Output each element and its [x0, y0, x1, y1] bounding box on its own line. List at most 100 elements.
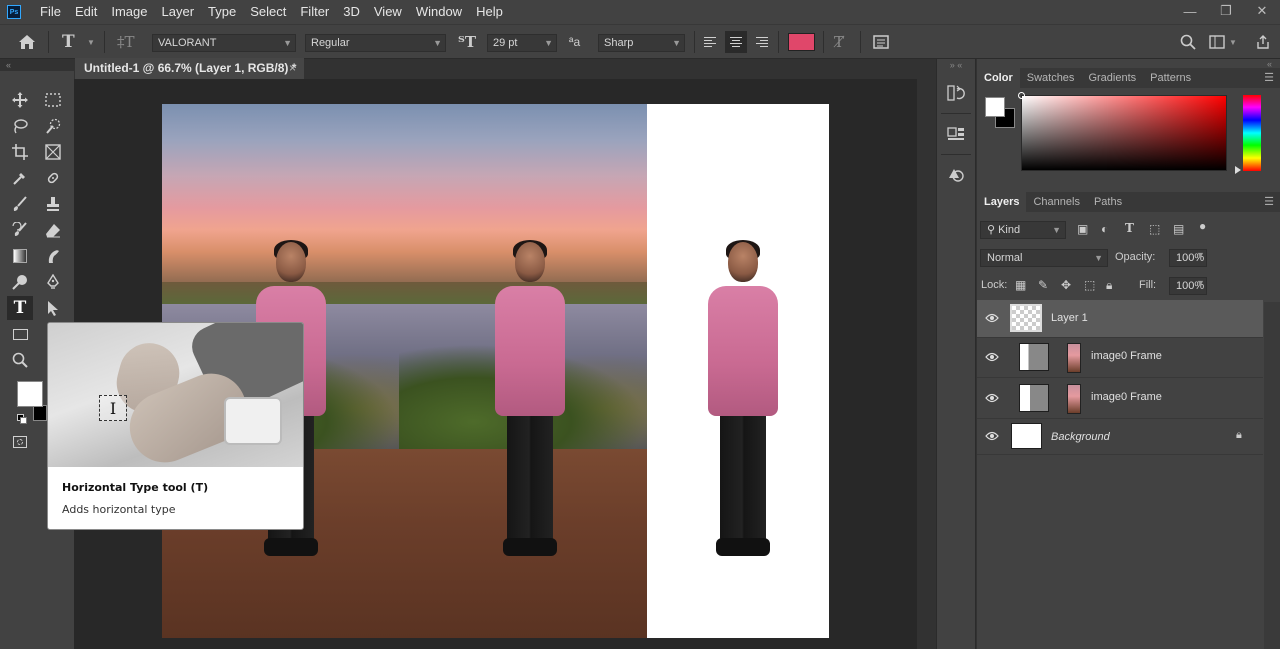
layer-thumbnail[interactable] — [1010, 304, 1042, 332]
layer-row-image0-frame[interactable]: image0 Frame — [977, 379, 1263, 419]
tab-gradients[interactable]: Gradients — [1081, 68, 1143, 88]
dodge-tool-icon[interactable] — [7, 270, 33, 294]
tab-channels[interactable]: Channels — [1026, 192, 1086, 212]
rectangle-tool-icon[interactable] — [7, 322, 33, 346]
layer-name[interactable]: image0 Frame — [1091, 350, 1162, 362]
tab-paths[interactable]: Paths — [1087, 192, 1129, 212]
menu-window[interactable]: Window — [409, 0, 469, 24]
tools-collapse-toggle[interactable]: « — [0, 59, 74, 71]
shapes-panel-icon[interactable] — [937, 160, 975, 190]
move-tool-icon[interactable] — [7, 88, 33, 112]
clone-stamp-tool-icon[interactable] — [40, 192, 66, 216]
restore-button[interactable]: ❐ — [1208, 0, 1244, 22]
font-style-select[interactable]: Regular ▼ — [305, 34, 446, 52]
layer-name[interactable]: image0 Frame — [1091, 391, 1162, 403]
chevron-down-icon[interactable]: ▼ — [1196, 250, 1205, 260]
workspace-icon[interactable] — [1209, 25, 1225, 59]
color-picker-field[interactable] — [1018, 92, 1227, 171]
visibility-eye-icon[interactable] — [985, 312, 999, 326]
quick-mask-icon[interactable] — [7, 430, 33, 454]
layer-thumbnail[interactable] — [1011, 423, 1042, 449]
pen-tool-icon[interactable] — [40, 270, 66, 294]
home-icon[interactable] — [18, 25, 36, 59]
search-icon[interactable] — [1180, 25, 1196, 59]
canvas-vertical-scrollbar[interactable] — [917, 79, 936, 649]
layer-row-layer-1[interactable]: Layer 1 — [977, 300, 1263, 338]
foreground-color-swatch[interactable] — [985, 97, 1005, 117]
menu-image[interactable]: Image — [104, 0, 154, 24]
menu-help[interactable]: Help — [469, 0, 510, 24]
warp-text-icon[interactable]: Ⱦ — [834, 25, 844, 59]
history-panel-icon[interactable] — [937, 78, 975, 108]
tab-patterns[interactable]: Patterns — [1143, 68, 1198, 88]
healing-brush-tool-icon[interactable] — [40, 166, 66, 190]
menu-file[interactable]: File — [33, 0, 68, 24]
menu-select[interactable]: Select — [243, 0, 293, 24]
lock-artboard-icon[interactable]: ⬚ — [1084, 278, 1095, 292]
character-panel-icon[interactable] — [873, 25, 889, 59]
crop-tool-icon[interactable] — [7, 140, 33, 164]
menu-layer[interactable]: Layer — [155, 0, 202, 24]
toggle-text-orientation-icon[interactable]: ‡T — [117, 25, 135, 59]
close-window-button[interactable]: ✕ — [1244, 0, 1280, 22]
quick-selection-tool-icon[interactable] — [40, 114, 66, 138]
gradient-tool-icon[interactable] — [7, 244, 33, 268]
align-left-icon[interactable] — [699, 31, 721, 53]
path-selection-tool-icon[interactable] — [40, 296, 66, 320]
frame-thumbnail[interactable] — [1019, 343, 1049, 371]
chevron-down-icon[interactable]: ▼ — [1229, 25, 1237, 59]
filter-toggle-icon[interactable]: ● — [1199, 219, 1206, 233]
brush-tool-icon[interactable] — [7, 192, 33, 216]
layer-row-background[interactable]: Background 🔒︎ — [977, 419, 1263, 455]
lock-image-pixels-icon[interactable]: ✎ — [1038, 278, 1048, 292]
background-color-swatch[interactable] — [33, 405, 47, 421]
zoom-tool-icon[interactable] — [7, 348, 33, 372]
close-document-icon[interactable]: × — [289, 58, 296, 79]
filter-smart-objects-icon[interactable]: ▤ — [1173, 222, 1184, 236]
lasso-tool-icon[interactable] — [7, 114, 33, 138]
filter-pixel-layers-icon[interactable]: ▣ — [1077, 222, 1088, 236]
panel-menu-icon[interactable]: ☰ — [1264, 192, 1274, 212]
horizontal-type-tool-icon[interactable]: T — [7, 296, 33, 320]
menu-type[interactable]: Type — [201, 0, 243, 24]
frame-tool-icon[interactable] — [40, 140, 66, 164]
menu-edit[interactable]: Edit — [68, 0, 104, 24]
align-right-icon[interactable] — [751, 31, 773, 53]
default-colors-icon[interactable] — [17, 414, 27, 424]
foreground-color-swatch[interactable] — [17, 381, 43, 407]
align-center-icon[interactable] — [725, 31, 747, 53]
visibility-eye-icon[interactable] — [985, 430, 999, 444]
font-family-select[interactable]: VALORANT ▼ — [152, 34, 296, 52]
eraser-tool-icon[interactable] — [40, 218, 66, 242]
menu-filter[interactable]: Filter — [293, 0, 336, 24]
document-tab[interactable]: Untitled-1 @ 66.7% (Layer 1, RGB/8) * × — [75, 58, 304, 79]
menu-3d[interactable]: 3D — [336, 0, 367, 24]
marquee-tool-icon[interactable] — [40, 88, 66, 112]
lock-transparent-pixels-icon[interactable]: ▦ — [1015, 278, 1026, 292]
font-size-select[interactable]: 29 pt ▼ — [487, 34, 557, 52]
lock-position-icon[interactable]: ✥ — [1061, 278, 1071, 292]
hue-slider[interactable] — [1243, 95, 1261, 171]
layer-row-image0-frame[interactable]: image0 Frame — [977, 338, 1263, 378]
visibility-eye-icon[interactable] — [985, 351, 999, 365]
hue-slider-marker[interactable] — [1235, 166, 1241, 174]
filter-shape-layers-icon[interactable]: ⬚ — [1149, 222, 1160, 236]
share-icon[interactable] — [1255, 25, 1271, 59]
layer-name[interactable]: Background — [1051, 431, 1110, 443]
libraries-panel-icon[interactable] — [937, 118, 975, 148]
eyedropper-tool-icon[interactable] — [7, 166, 33, 190]
filter-type-layers-icon[interactable]: T — [1125, 221, 1134, 235]
layers-scrollbar[interactable] — [1264, 302, 1280, 649]
antialias-select[interactable]: Sharp ▼ — [598, 34, 685, 52]
type-tool-preset-icon[interactable]: T — [62, 25, 75, 59]
menu-view[interactable]: View — [367, 0, 409, 24]
layer-filter-select[interactable]: ⚲ Kind ▼ — [980, 221, 1066, 239]
history-brush-tool-icon[interactable] — [7, 218, 33, 242]
chevron-down-icon[interactable]: ▼ — [87, 25, 95, 59]
minimize-button[interactable]: — — [1172, 0, 1208, 22]
filter-adjustment-layers-icon[interactable]: ◐ — [1101, 222, 1108, 236]
text-color-swatch[interactable] — [788, 33, 815, 51]
blend-mode-select[interactable]: Normal ▼ — [980, 249, 1108, 267]
panel-menu-icon[interactable]: ☰ — [1264, 68, 1274, 88]
tab-swatches[interactable]: Swatches — [1020, 68, 1082, 88]
